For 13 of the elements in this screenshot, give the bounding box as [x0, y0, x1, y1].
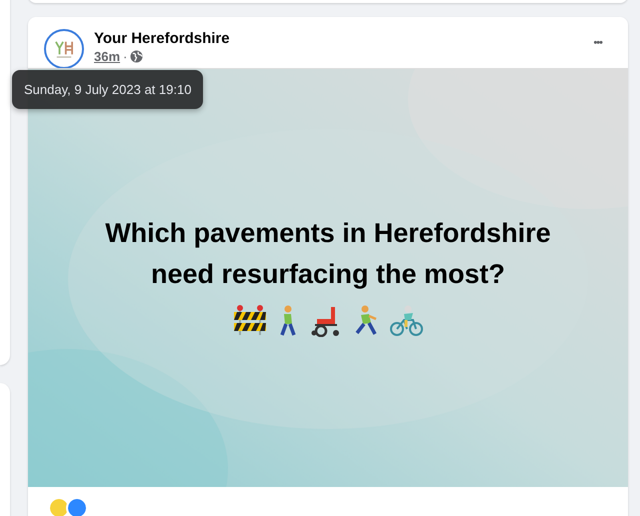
separator-dot: ·: [123, 49, 128, 64]
date-tooltip: Sunday, 9 July 2023 at 19:10: [12, 70, 204, 109]
running-person-icon: [353, 305, 379, 337]
post-headline: Which pavements in Herefordshire: [105, 217, 551, 250]
more-options-button[interactable]: •••: [589, 31, 606, 55]
cyclist-icon: [389, 305, 423, 337]
page-logo-icon[interactable]: [44, 29, 84, 69]
page-name[interactable]: Your Herefordshire: [94, 30, 580, 47]
globe-icon: [130, 50, 144, 63]
post-time-link[interactable]: 36m: [94, 49, 120, 64]
like-reaction-icon[interactable]: [66, 497, 88, 516]
road-barrier-icon: [233, 305, 267, 337]
post-headline: need resurfacing the most?: [150, 258, 506, 291]
